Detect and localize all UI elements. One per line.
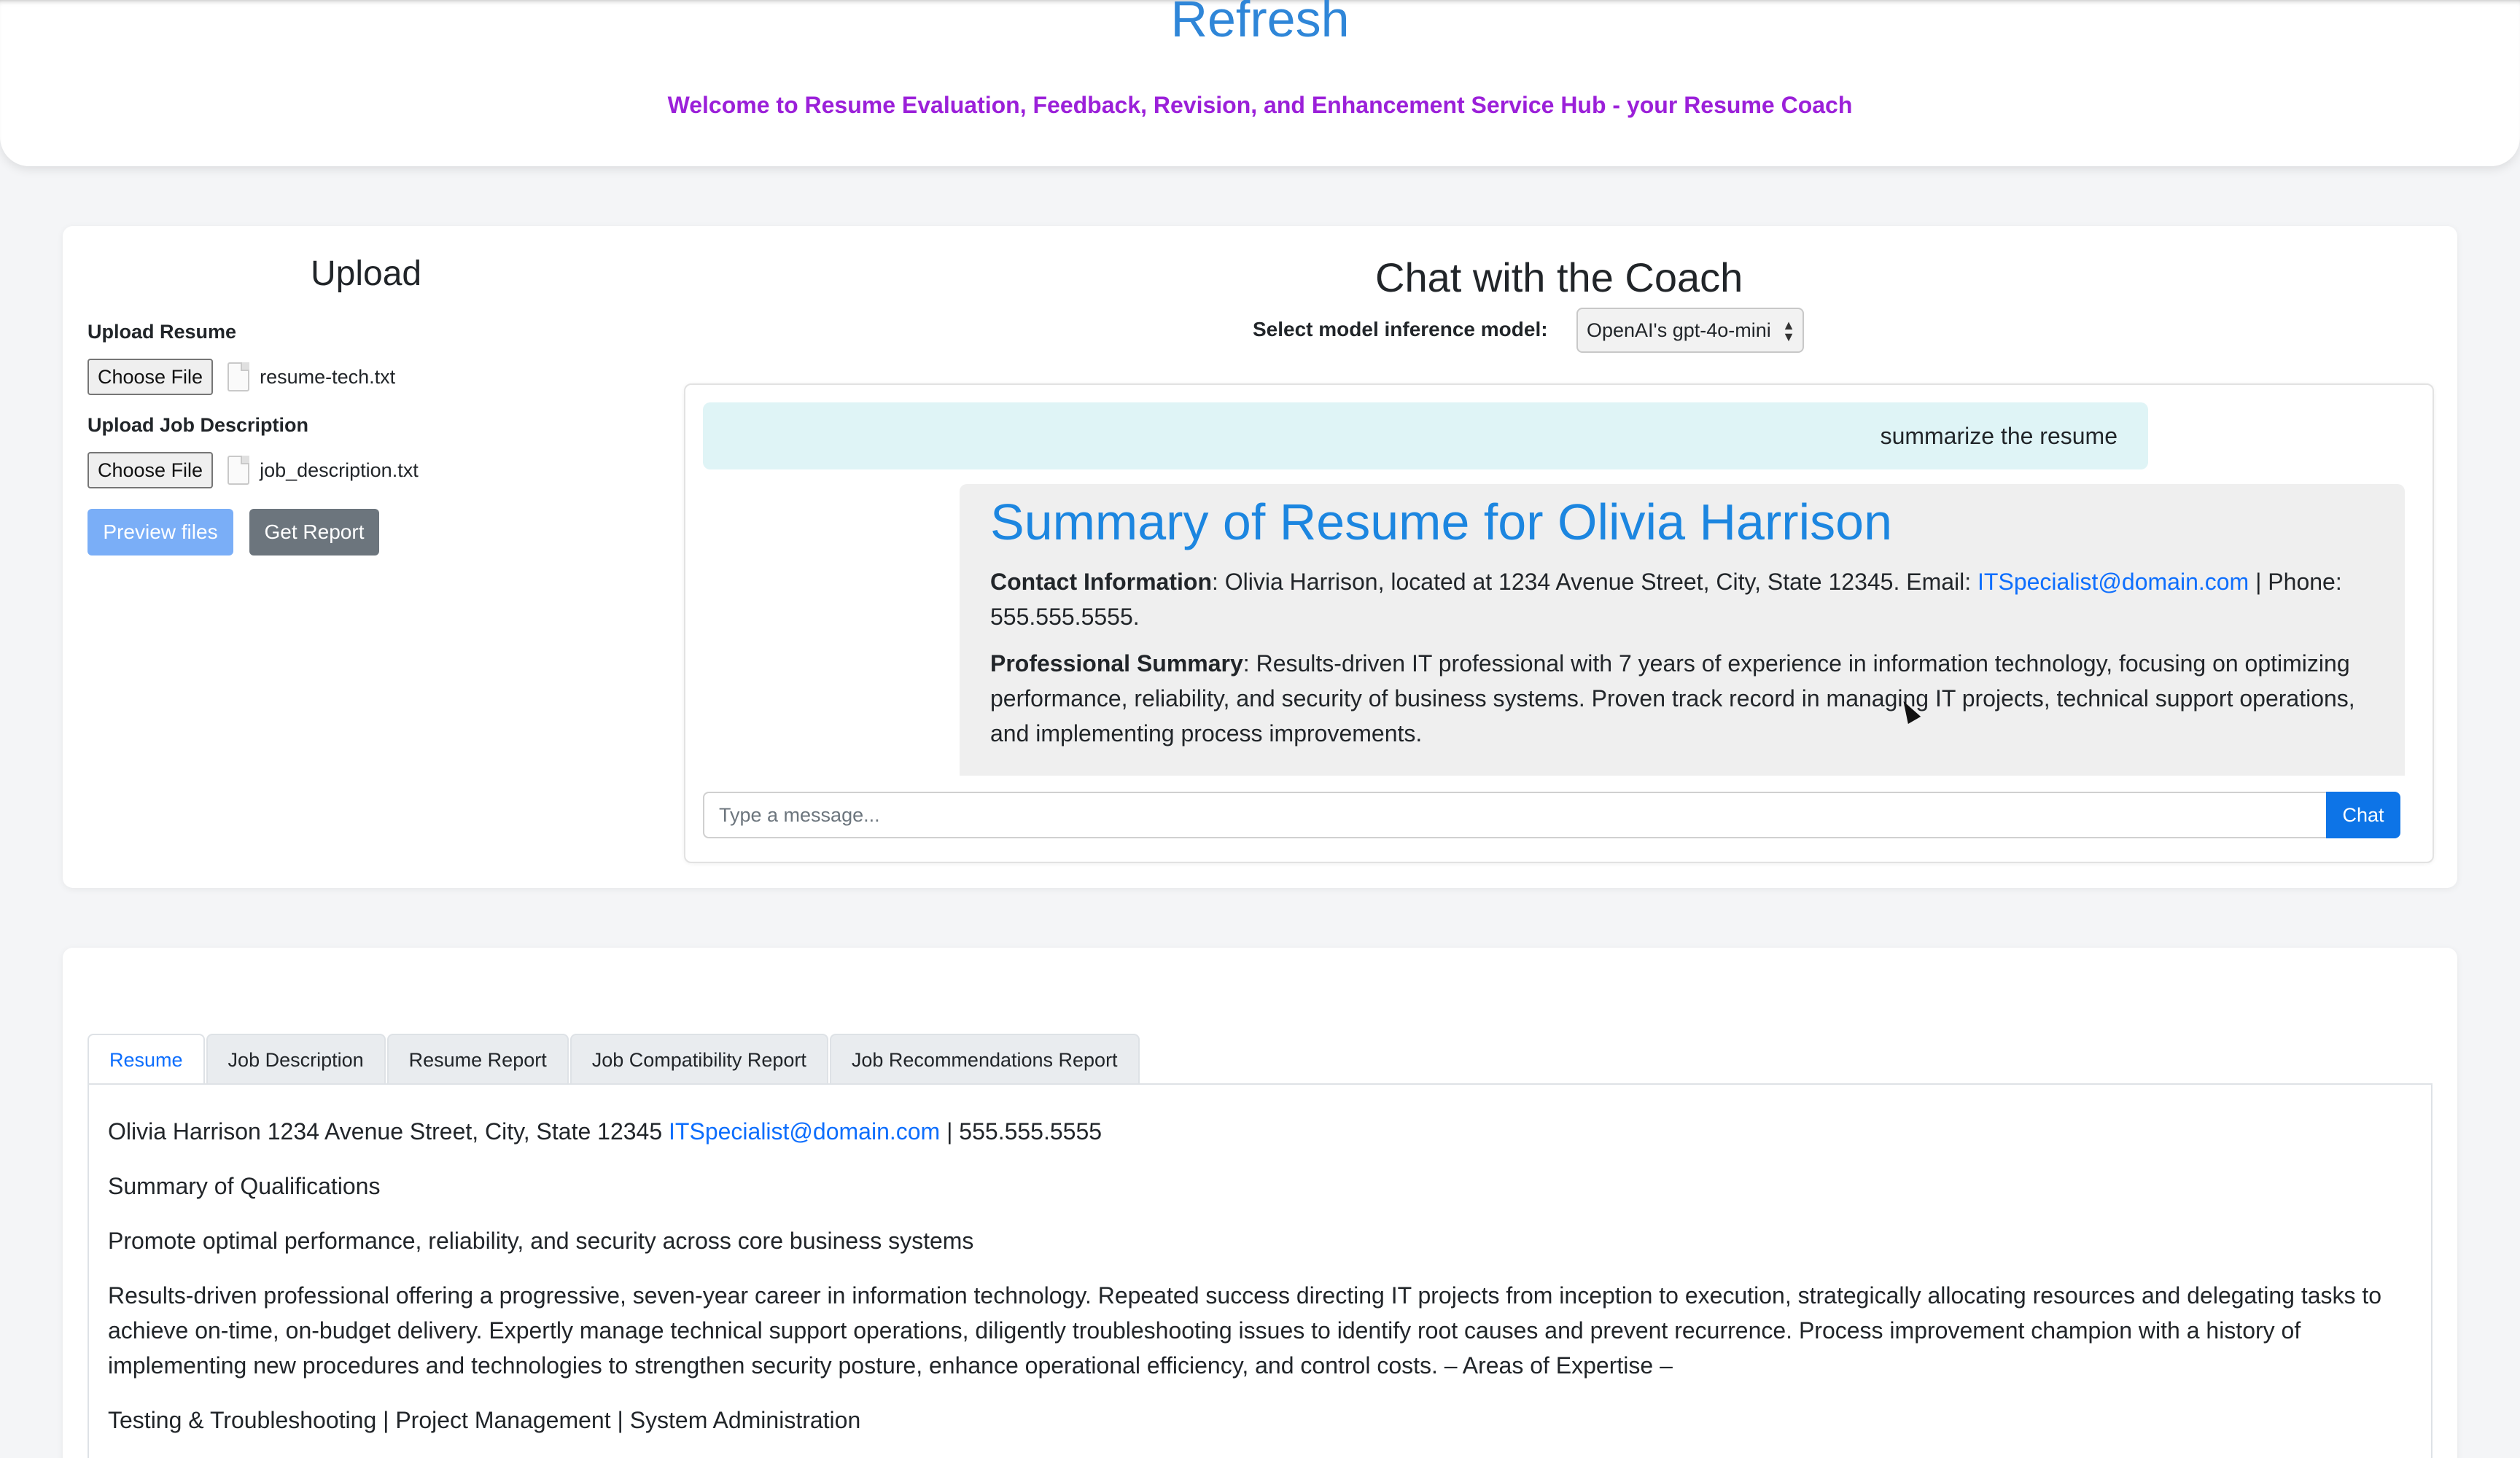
coach-message: Summary of Resume for Olivia Harrison Co…	[960, 484, 2405, 776]
app-header: Refresh Welcome to Resume Evaluation, Fe…	[0, 0, 2520, 166]
model-select-label: Select model inference model:	[1253, 318, 1548, 340]
resume-contact-line: Olivia Harrison 1234 Avenue Street, City…	[108, 1114, 2412, 1149]
contact-info-paragraph: Contact Information: Olivia Harrison, lo…	[990, 564, 2374, 634]
model-select[interactable]: OpenAI's gpt-4o-mini ▲ ▼	[1576, 308, 1804, 353]
preview-files-button[interactable]: Preview files	[88, 509, 233, 555]
resume-expertise: Testing & Troubleshooting | Project Mana…	[108, 1407, 861, 1433]
upload-heading: Upload	[311, 254, 422, 293]
chat-heading: Chat with the Coach	[1375, 254, 1743, 300]
summary-label: Professional Summary	[990, 650, 1243, 677]
contact-label: Contact Information	[990, 569, 1212, 595]
resume-phone: | 555.555.5555	[940, 1118, 1102, 1145]
user-message: summarize the resume	[703, 402, 2148, 469]
welcome-banner: Welcome to Resume Evaluation, Feedback, …	[667, 92, 1853, 118]
contact-email-link[interactable]: ITSpecialist@domain.com	[1978, 569, 2249, 595]
resume-file-input: Choose File resume-tech.txt	[88, 359, 395, 395]
choose-job-button[interactable]: Choose File	[88, 452, 214, 488]
resume-file-name: resume-tech.txt	[260, 365, 396, 388]
get-report-button[interactable]: Get Report	[249, 509, 379, 555]
professional-summary-paragraph: Professional Summary: Results-driven IT …	[990, 646, 2374, 751]
tab-job-compatibility-report[interactable]: Job Compatibility Report	[569, 1034, 828, 1085]
documents-panel: Resume Job Description Resume Report Job…	[63, 948, 2457, 1458]
resume-name-address: Olivia Harrison 1234 Avenue Street, City…	[108, 1118, 669, 1145]
resume-tab-content: Olivia Harrison 1234 Avenue Street, City…	[88, 1083, 2432, 1458]
resume-email-link[interactable]: ITSpecialist@domain.com	[669, 1118, 940, 1145]
model-selected-value: OpenAI's gpt-4o-mini	[1587, 319, 1771, 341]
resume-section-heading: Summary of Qualifications	[108, 1173, 381, 1199]
tab-resume-report[interactable]: Resume Report	[386, 1034, 569, 1085]
upload-job-label: Upload Job Description	[88, 414, 309, 436]
user-message-text: summarize the resume	[1880, 422, 2118, 449]
upload-resume-label: Upload Resume	[88, 321, 237, 343]
app-title[interactable]: Refresh	[0, 0, 2520, 48]
document-tabs: Resume Job Description Resume Report Job…	[88, 1034, 1141, 1085]
main-panel: Upload Upload Resume Choose File resume-…	[63, 226, 2457, 888]
contact-text: : Olivia Harrison, located at 1234 Avenu…	[1211, 569, 1978, 595]
job-file-input: Choose File job_description.txt	[88, 452, 419, 488]
choose-resume-button[interactable]: Choose File	[88, 359, 214, 395]
select-arrows-icon: ▲ ▼	[1782, 318, 1795, 344]
tab-resume[interactable]: Resume	[88, 1034, 205, 1085]
job-file-name: job_description.txt	[260, 459, 419, 481]
chat-message-input[interactable]: Type a message...	[703, 792, 2328, 838]
tab-job-recommendations-report[interactable]: Job Recommendations Report	[829, 1034, 1140, 1085]
chat-window[interactable]: summarize the resume Summary of Resume f…	[684, 383, 2434, 863]
file-icon	[228, 362, 250, 391]
file-icon	[228, 456, 250, 485]
tab-job-description[interactable]: Job Description	[206, 1034, 386, 1085]
chat-send-button[interactable]: Chat	[2326, 792, 2400, 838]
resume-summary: Results-driven professional offering a p…	[108, 1282, 2382, 1379]
resume-tagline: Promote optimal performance, reliability…	[108, 1228, 974, 1254]
coach-message-heading: Summary of Resume for Olivia Harrison	[990, 494, 1892, 550]
